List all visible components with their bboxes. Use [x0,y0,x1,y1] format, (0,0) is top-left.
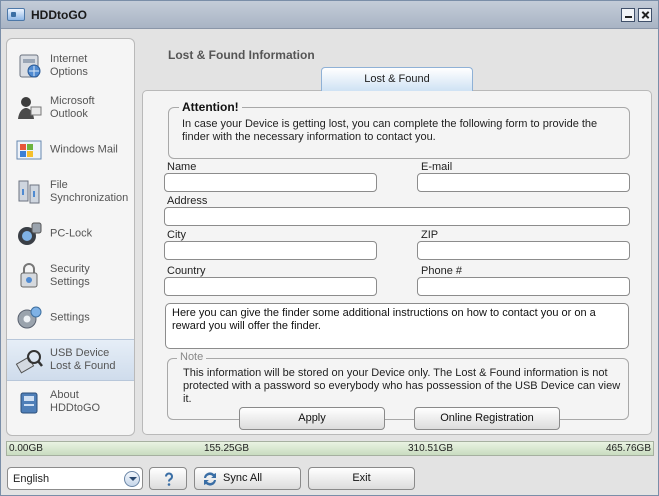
window-title: HDDtoGO [31,8,87,22]
online-registration-button[interactable]: Online Registration [414,407,560,430]
outlook-icon [18,97,42,119]
file-sync-icon [18,180,40,204]
usb-lost-found-icon [15,350,43,374]
sidebar-item-windows-mail[interactable]: Windows Mail [7,129,134,171]
city-field[interactable] [164,241,377,260]
attention-box: Attention! In case your Device is gettin… [168,100,630,159]
capacity-tick-0: 0.00GB [9,443,43,454]
about-icon [20,392,38,414]
sidebar-item-label: Settings [50,311,90,324]
app-logo-icon [7,8,25,21]
sidebar-item-internet-options[interactable]: Internet Options [7,45,134,87]
sidebar-item-label: USB Device Lost & Found [50,347,116,372]
capacity-tick-2: 310.51GB [408,443,454,454]
language-value: English [13,473,50,485]
internet-options-icon [19,54,41,78]
sidebar-item-label: Windows Mail [50,143,118,156]
capacity-tick-1: 155.25GB [204,443,250,454]
sidebar-item-usb-lost-found[interactable]: USB Device Lost & Found [7,339,134,381]
country-label: Country [167,265,206,277]
name-field[interactable] [164,173,377,192]
title-bar: HDDtoGO [1,1,658,29]
city-label: City [167,229,186,241]
sync-all-label: Sync All [223,472,263,484]
note-text: This information will be stored on your … [183,367,621,405]
sidebar-item-label: Internet Options [50,53,88,78]
country-field[interactable] [164,277,377,296]
sidebar-item-settings[interactable]: Settings [7,297,134,339]
email-field[interactable] [417,173,630,192]
sidebar-item-microsoft-outlook[interactable]: Microsoft Outlook [7,87,134,129]
sidebar-item-pc-lock[interactable]: PC-Lock [7,213,134,255]
name-label: Name [167,161,197,173]
sidebar-item-label: Security Settings [50,263,90,288]
sidebar-item-label: About HDDtoGO [50,389,101,414]
address-label: Address [167,195,208,207]
apply-button[interactable]: Apply [239,407,385,430]
capacity-bar: 0.00GB 155.25GB 310.51GB 465.76GB [6,441,654,456]
capacity-tick-3: 465.76GB [605,443,651,454]
note-title: Note [177,351,207,363]
address-field[interactable] [164,207,630,226]
page-title: Lost & Found Information [168,48,315,62]
sync-icon [204,472,216,486]
question-mark-icon [165,472,173,486]
sidebar: Internet Options Microsoft Outlook Windo… [6,38,135,436]
sidebar-item-security-settings[interactable]: Security Settings [7,255,134,297]
help-button[interactable] [149,467,187,490]
chevron-down-icon[interactable] [124,471,140,487]
minimize-button[interactable] [621,8,635,22]
sidebar-item-file-synchronization[interactable]: File Synchronization [7,171,134,213]
exit-button[interactable]: Exit [308,467,415,490]
zip-field[interactable] [417,241,630,260]
sidebar-item-label: Microsoft Outlook [50,95,95,120]
app-window: HDDtoGO Internet Options Microsoft Outlo… [0,0,659,496]
attention-title: Attention! [179,100,242,114]
sidebar-item-about[interactable]: About HDDtoGO [7,381,134,423]
pc-lock-icon [18,222,42,245]
phone-field[interactable] [417,277,630,296]
attention-text: In case your Device is getting lost, you… [182,118,598,143]
windows-mail-icon [16,140,42,160]
phone-label: Phone # [421,265,462,277]
language-select[interactable]: English [7,467,143,490]
security-settings-icon [20,263,38,288]
email-label: E-mail [421,161,453,173]
sidebar-item-label: PC-Lock [50,227,93,240]
tab-lost-found[interactable]: Lost & Found [321,67,473,91]
sync-all-button[interactable]: Sync All [194,467,301,490]
zip-label: ZIP [421,229,439,241]
sidebar-item-label: File Synchronization [50,179,129,204]
settings-gear-icon [17,306,42,329]
close-button[interactable] [638,8,652,22]
instructions-textarea[interactable]: Here you can give the finder some additi… [165,303,629,349]
